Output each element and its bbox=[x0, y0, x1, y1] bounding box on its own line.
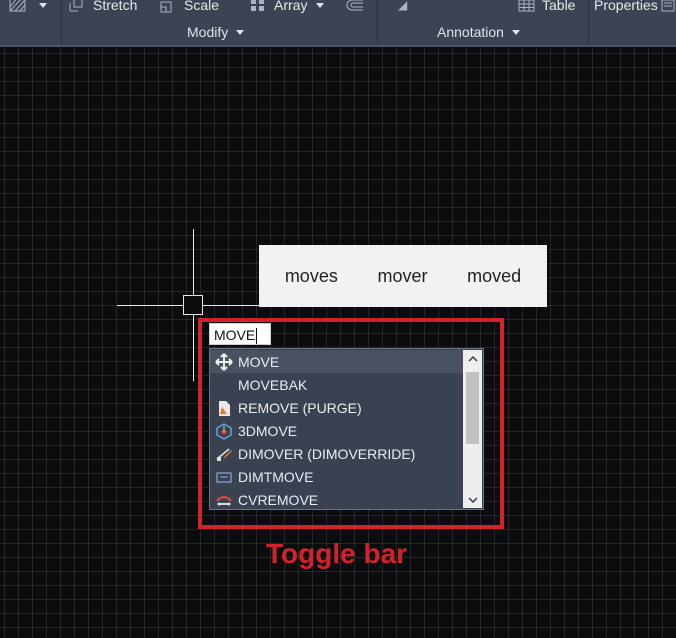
properties-button[interactable]: Properties bbox=[594, 0, 658, 15]
stretch-label: Stretch bbox=[93, 0, 138, 13]
hatch-tool[interactable] bbox=[8, 0, 47, 15]
chevron-down-icon bbox=[511, 29, 520, 35]
scale-icon bbox=[159, 0, 179, 13]
table-icon bbox=[517, 0, 537, 13]
ribbon: Stretch Scale Array ◢ Table Properties M… bbox=[0, 0, 676, 47]
array-label: Array bbox=[274, 0, 308, 13]
text-icon: ◢ bbox=[398, 0, 408, 12]
chevron-down-icon bbox=[39, 2, 47, 8]
annotation-panel-label: Annotation bbox=[437, 24, 504, 40]
scale-button[interactable]: Scale bbox=[159, 0, 219, 15]
suggestion-item[interactable]: moves bbox=[285, 266, 338, 287]
annotation-label: Toggle bar bbox=[266, 538, 408, 569]
annotation-panel-title[interactable]: Annotation bbox=[437, 24, 520, 40]
array-button[interactable]: Array bbox=[249, 0, 325, 15]
offset-button[interactable] bbox=[343, 0, 365, 15]
offset-icon bbox=[343, 0, 365, 13]
properties-expand[interactable] bbox=[661, 0, 675, 15]
chevron-down-icon bbox=[236, 29, 245, 35]
properties-label: Properties bbox=[594, 0, 658, 13]
crosshair-pickbox bbox=[183, 295, 203, 315]
stretch-button[interactable]: Stretch bbox=[68, 0, 137, 15]
panel-divider bbox=[588, 0, 589, 46]
modify-panel-title[interactable]: Modify bbox=[187, 24, 245, 40]
suggestion-bar: moves mover moved bbox=[259, 245, 547, 307]
chevron-down-icon bbox=[316, 2, 325, 8]
array-icon bbox=[249, 0, 269, 13]
suggestion-item[interactable]: mover bbox=[377, 266, 427, 287]
highlight-frame bbox=[198, 318, 504, 529]
modify-panel-label: Modify bbox=[187, 24, 229, 40]
panel-divider bbox=[61, 0, 62, 46]
table-button[interactable]: Table bbox=[517, 0, 575, 15]
hatch-icon bbox=[8, 0, 28, 13]
table-label: Table bbox=[542, 0, 576, 13]
scale-label: Scale bbox=[184, 0, 220, 13]
stretch-icon bbox=[68, 0, 88, 13]
properties-icon bbox=[661, 0, 675, 13]
text-tool[interactable]: ◢ bbox=[398, 0, 407, 15]
panel-divider bbox=[377, 0, 378, 46]
suggestion-item[interactable]: moved bbox=[467, 266, 521, 287]
